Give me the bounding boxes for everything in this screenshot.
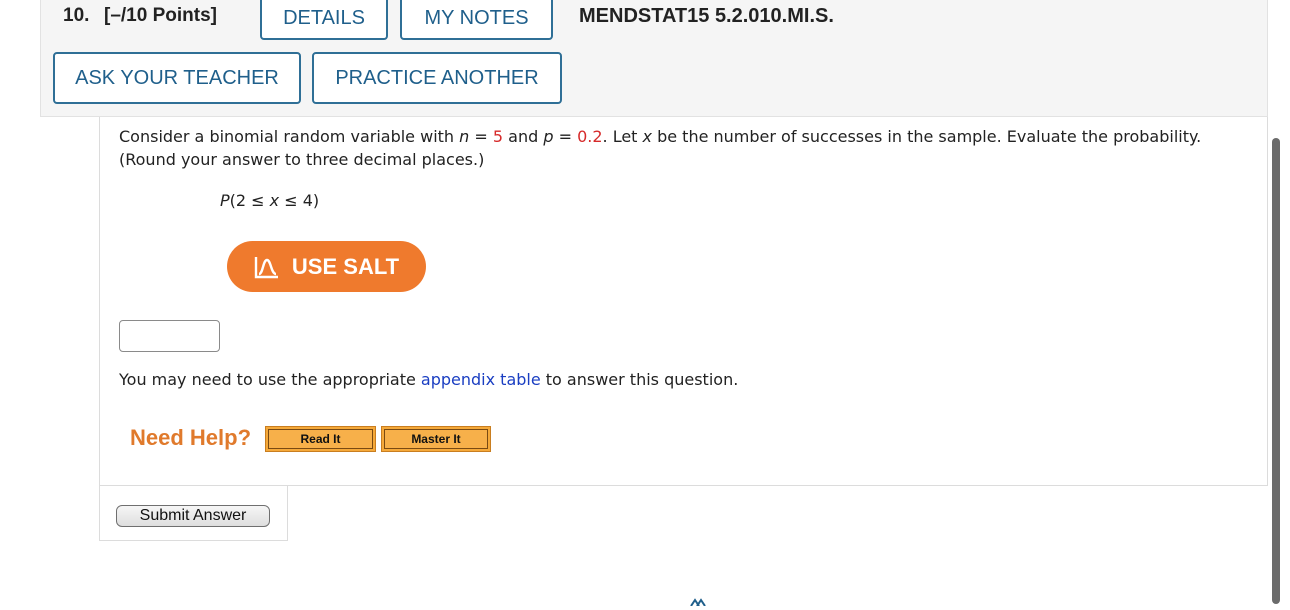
appendix-table-link[interactable]: appendix table <box>421 370 541 389</box>
scrollbar[interactable] <box>1272 138 1280 604</box>
details-button[interactable]: DETAILS <box>260 0 388 40</box>
read-it-button[interactable]: Read It <box>265 426 376 452</box>
question-text: Consider a binomial random variable with… <box>119 125 1209 171</box>
expression-p: P <box>220 191 230 210</box>
question-text-part: and <box>503 127 544 146</box>
read-it-label: Read It <box>268 429 373 449</box>
n-value: 5 <box>492 127 504 146</box>
need-help-label: Need Help? <box>130 425 252 450</box>
question-number: 10. <box>63 5 90 26</box>
expression-x: x <box>269 191 280 210</box>
question-header: 10. [–/10 Points] DETAILS MY NOTES MENDS… <box>40 0 1268 117</box>
answer-input[interactable] <box>119 320 220 352</box>
x-variable: x <box>642 127 652 146</box>
appendix-note: You may need to use the appropriate appe… <box>119 370 738 389</box>
master-it-label: Master It <box>384 429 488 449</box>
question-text-part: Consider a binomial random variable with <box>119 127 460 146</box>
master-it-button[interactable]: Master It <box>381 426 491 452</box>
practice-another-button[interactable]: PRACTICE ANOTHER <box>312 52 562 104</box>
p-value: 0.2 <box>577 127 603 146</box>
use-salt-label: USE SALT <box>291 253 400 279</box>
question-code: MENDSTAT15 5.2.010.MI.S. <box>579 5 834 27</box>
expression-part: ≤ 4) <box>279 191 320 210</box>
appendix-text: You may need to use the appropriate <box>119 370 421 389</box>
expression-part: (2 ≤ <box>229 191 270 210</box>
submit-answer-button[interactable]: Submit Answer <box>116 505 270 527</box>
equals-sign: = <box>469 127 493 146</box>
my-notes-button[interactable]: MY NOTES <box>400 0 553 40</box>
p-variable: p <box>543 127 554 146</box>
chevron-up-icon <box>688 594 708 607</box>
question-text-part: . Let <box>602 127 643 146</box>
probability-expression: P(2 ≤ x ≤ 4) <box>220 191 319 210</box>
use-salt-button[interactable]: USE SALT <box>227 241 426 292</box>
n-variable: n <box>459 127 470 146</box>
appendix-text: to answer this question. <box>540 370 739 389</box>
equals-sign: = <box>553 127 578 146</box>
ask-your-teacher-button[interactable]: ASK YOUR TEACHER <box>53 52 301 104</box>
distribution-curve-icon <box>254 255 280 279</box>
question-points: [–/10 Points] <box>104 5 217 26</box>
